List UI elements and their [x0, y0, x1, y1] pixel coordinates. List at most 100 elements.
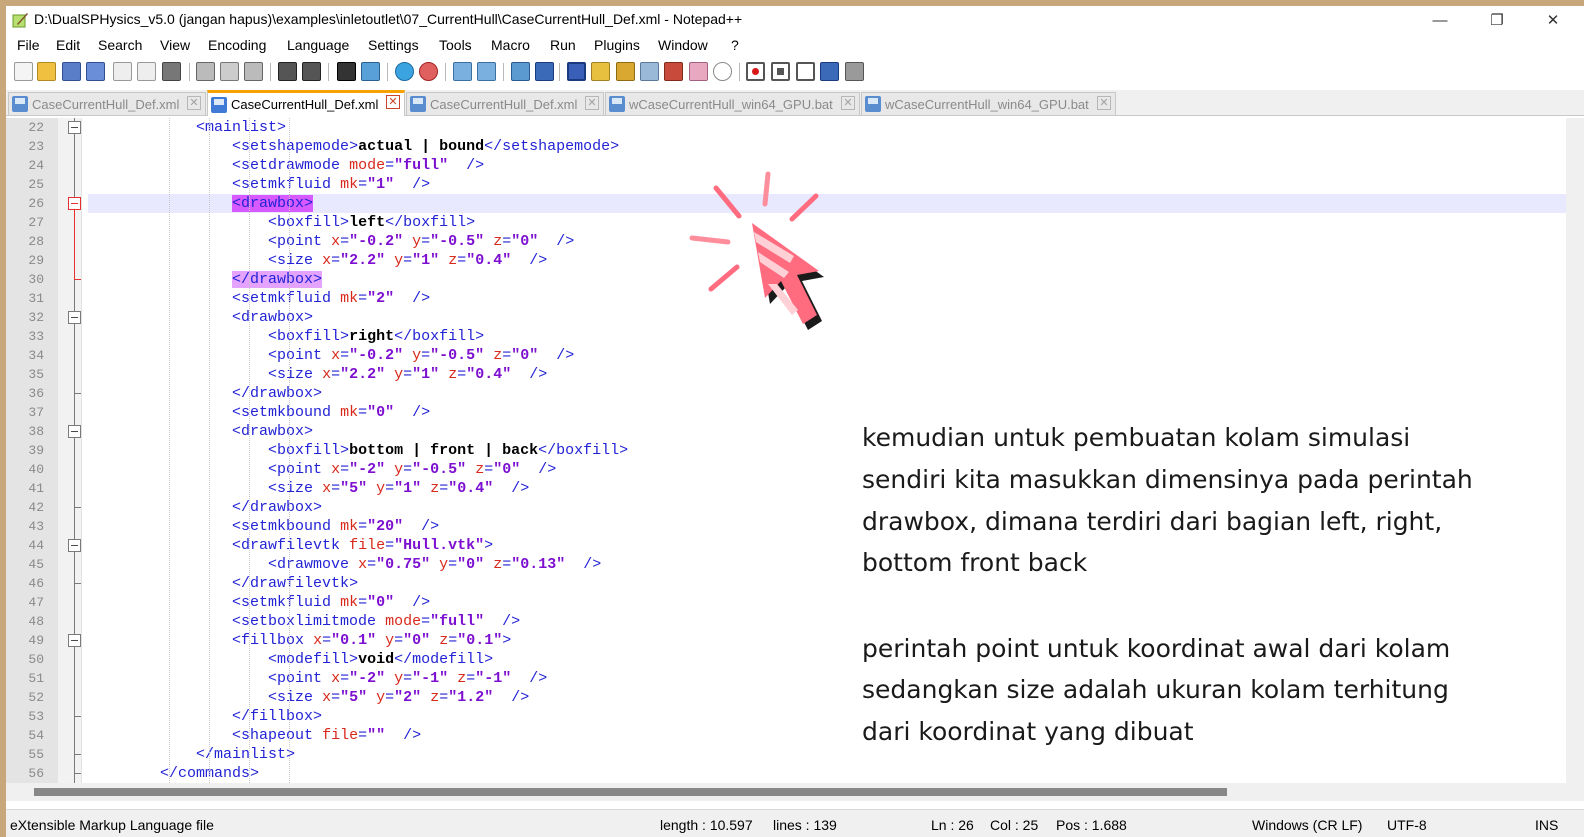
- code-line[interactable]: <point x="-0.2" y="-0.5" z="0" />: [88, 346, 1566, 365]
- sync-vertical-icon[interactable]: [453, 62, 472, 81]
- play-macro-icon[interactable]: [796, 62, 815, 81]
- tab-casecurrenthull-def-1[interactable]: CaseCurrentHull_Def.xml ✕: [8, 92, 206, 115]
- line-number: 40: [28, 462, 44, 477]
- show-all-chars-icon[interactable]: [535, 62, 554, 81]
- code-line[interactable]: </drawfilevtk>: [88, 574, 1566, 593]
- code-line[interactable]: <setdrawmode mode="full" />: [88, 156, 1566, 175]
- tab-close-icon[interactable]: ✕: [585, 96, 599, 110]
- close-file-icon[interactable]: [113, 62, 132, 81]
- fold-toggle-icon[interactable]: [68, 121, 81, 134]
- cut-icon[interactable]: [196, 62, 215, 81]
- restore-button[interactable]: ❐: [1474, 6, 1520, 34]
- annotation-line: sedangkan size adalah ukuran kolam terhi…: [862, 675, 1449, 704]
- tab-close-icon[interactable]: ✕: [841, 96, 855, 110]
- menu-macro[interactable]: Macro: [491, 37, 530, 53]
- tab-casecurrenthull-def-3[interactable]: CaseCurrentHull_Def.xml ✕: [406, 92, 604, 115]
- fold-toggle-icon[interactable]: [68, 634, 81, 647]
- status-insert-mode[interactable]: INS: [1535, 817, 1558, 833]
- copy-icon[interactable]: [220, 62, 239, 81]
- eye-icon[interactable]: [713, 62, 732, 81]
- user-language-icon[interactable]: [591, 62, 610, 81]
- paste-icon[interactable]: [244, 62, 263, 81]
- annotation-line: sendiri kita masukkan dimensinya pada pe…: [862, 465, 1473, 494]
- menu-plugins[interactable]: Plugins: [594, 37, 640, 53]
- sync-horizontal-icon[interactable]: [477, 62, 496, 81]
- indent-guide-icon[interactable]: [567, 62, 586, 81]
- menu-help[interactable]: ?: [731, 37, 739, 53]
- fold-toggle-icon[interactable]: [68, 311, 81, 324]
- menu-language[interactable]: Language: [287, 37, 349, 53]
- function-list-icon[interactable]: [640, 62, 659, 81]
- code-line[interactable]: <setmkfluid mk="1" />: [88, 175, 1566, 194]
- code-line[interactable]: </mainlist>: [88, 745, 1566, 764]
- fold-toggle-icon[interactable]: [68, 425, 81, 438]
- code-line[interactable]: <drawmove x="0.75" y="0" z="0.13" />: [88, 555, 1566, 574]
- zoom-out-icon[interactable]: [419, 62, 438, 81]
- minimize-button[interactable]: —: [1417, 6, 1463, 34]
- status-encoding[interactable]: UTF-8: [1387, 817, 1427, 833]
- save-icon[interactable]: [62, 62, 81, 81]
- horizontal-scrollbar[interactable]: [6, 783, 1566, 801]
- fold-toggle-icon[interactable]: [68, 197, 81, 210]
- doc-map-icon[interactable]: [616, 62, 635, 81]
- stop-macro-icon[interactable]: [771, 62, 790, 81]
- undo-icon[interactable]: [278, 62, 297, 81]
- file-icon: [12, 96, 28, 112]
- code-line[interactable]: </drawbox>: [88, 270, 1566, 289]
- tab-close-icon[interactable]: ✕: [187, 96, 201, 110]
- fold-toggle-icon[interactable]: [68, 539, 81, 552]
- click-cursor-icon: [689, 171, 824, 330]
- code-line[interactable]: <setshapemode>actual | bound</setshapemo…: [88, 137, 1566, 156]
- save-all-icon[interactable]: [86, 62, 105, 81]
- code-line[interactable]: <size x="2.2" y="1" z="0.4" />: [88, 365, 1566, 384]
- menu-run[interactable]: Run: [550, 37, 576, 53]
- vertical-scrollbar[interactable]: [1566, 118, 1584, 801]
- code-line[interactable]: <mainlist>: [88, 118, 1566, 137]
- new-file-icon[interactable]: [14, 62, 33, 81]
- code-line[interactable]: <setmkfluid mk="2" />: [88, 289, 1566, 308]
- record-macro-icon[interactable]: [746, 62, 765, 81]
- tab-wcasecurrenthull-bat-2[interactable]: wCaseCurrentHull_win64_GPU.bat ✕: [861, 92, 1116, 115]
- line-number: 25: [28, 177, 44, 192]
- code-line[interactable]: <drawbox>: [88, 308, 1566, 327]
- code-line[interactable]: <size x="2.2" y="1" z="0.4" />: [88, 251, 1566, 270]
- tab-close-icon[interactable]: ✕: [386, 95, 400, 109]
- monitoring-icon[interactable]: [689, 62, 708, 81]
- close-all-icon[interactable]: [137, 62, 156, 81]
- menu-edit[interactable]: Edit: [56, 37, 80, 53]
- close-window-button[interactable]: ✕: [1530, 6, 1576, 34]
- replace-icon[interactable]: [361, 62, 380, 81]
- folder-workspace-icon[interactable]: [664, 62, 683, 81]
- run-macro-multiple-icon[interactable]: [820, 62, 839, 81]
- menu-search[interactable]: Search: [98, 37, 142, 53]
- save-macro-icon[interactable]: [845, 62, 864, 81]
- status-eol[interactable]: Windows (CR LF): [1252, 817, 1362, 833]
- print-icon[interactable]: [162, 62, 181, 81]
- find-icon[interactable]: [337, 62, 356, 81]
- code-line[interactable]: <point x="-0.2" y="-0.5" z="0" />: [88, 232, 1566, 251]
- zoom-in-icon[interactable]: [395, 62, 414, 81]
- redo-icon[interactable]: [302, 62, 321, 81]
- menu-view[interactable]: View: [160, 37, 190, 53]
- document-tab-bar: CaseCurrentHull_Def.xml ✕ CaseCurrentHul…: [6, 90, 1584, 116]
- line-number: 33: [28, 329, 44, 344]
- code-line[interactable]: </drawbox>: [88, 384, 1566, 403]
- fold-margin[interactable]: [58, 118, 82, 783]
- menu-encoding[interactable]: Encoding: [208, 37, 266, 53]
- code-line[interactable]: <shapeout file="" />: [88, 726, 1566, 745]
- code-line[interactable]: <boxfill>left</boxfill>: [88, 213, 1566, 232]
- menu-settings[interactable]: Settings: [368, 37, 419, 53]
- menu-file[interactable]: File: [17, 37, 40, 53]
- tab-close-icon[interactable]: ✕: [1097, 96, 1111, 110]
- code-line[interactable]: </commands>: [88, 764, 1566, 783]
- code-line[interactable]: <drawbox>: [88, 194, 1566, 213]
- menu-window[interactable]: Window: [658, 37, 708, 53]
- menu-tools[interactable]: Tools: [439, 37, 472, 53]
- code-line[interactable]: <setmkfluid mk="0" />: [88, 593, 1566, 612]
- code-line[interactable]: <boxfill>right</boxfill>: [88, 327, 1566, 346]
- word-wrap-icon[interactable]: [511, 62, 530, 81]
- open-file-icon[interactable]: [37, 62, 56, 81]
- tab-wcasecurrenthull-bat-1[interactable]: wCaseCurrentHull_win64_GPU.bat ✕: [605, 92, 860, 115]
- horizontal-scroll-thumb[interactable]: [34, 788, 1227, 796]
- tab-casecurrenthull-def-active[interactable]: CaseCurrentHull_Def.xml ✕: [207, 90, 405, 116]
